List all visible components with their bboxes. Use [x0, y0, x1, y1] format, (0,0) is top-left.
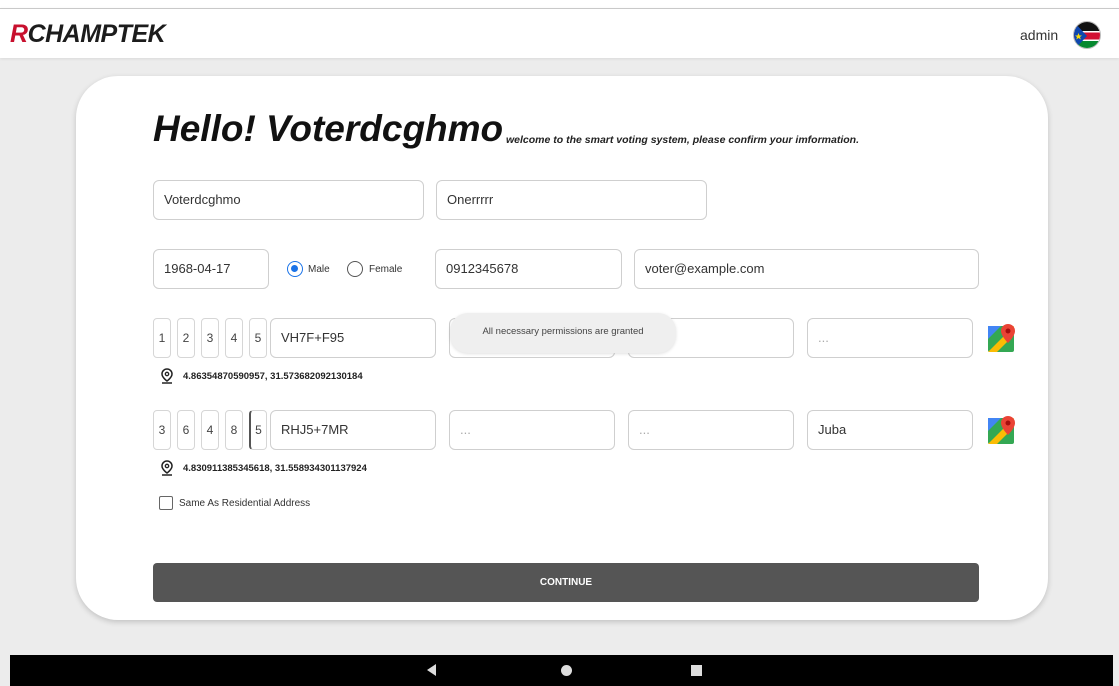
email-field[interactable]: voter@example.com	[634, 249, 979, 289]
recent-apps-icon[interactable]	[691, 665, 702, 676]
south-sudan-flag-icon[interactable]	[1073, 21, 1101, 49]
residential-digit-4[interactable]: 4	[225, 318, 243, 358]
residential-field-4[interactable]: ...	[807, 318, 973, 358]
male-label: Male	[308, 264, 330, 275]
greeting-title: Hello! Voterdcghmo	[153, 108, 504, 149]
google-maps-icon[interactable]	[987, 415, 1017, 445]
residential-code-digits: 1 2 3 4 5	[153, 318, 269, 358]
birth-date-field[interactable]: 1968-04-17	[153, 249, 269, 289]
residential-digit-3[interactable]: 3	[201, 318, 219, 358]
status-strip	[0, 0, 1119, 8]
other-code-digits: 3 6 4 8 5	[153, 410, 269, 450]
same-as-residential-label: Same As Residential Address	[179, 498, 311, 509]
other-field-3[interactable]: ...	[628, 410, 794, 450]
user-label: admin	[1020, 27, 1059, 43]
other-digit-5[interactable]: 5	[249, 410, 267, 450]
permissions-toast: All necessary permissions are granted	[450, 313, 676, 353]
greeting-subtitle: welcome to the smart voting system, plea…	[506, 134, 860, 146]
android-nav-bar	[10, 655, 1113, 686]
app-header: RCHAMPTEK admin	[0, 8, 1119, 58]
other-digit-4[interactable]: 8	[225, 410, 243, 450]
other-coordinates-text: 4.830911385345618, 31.558934301137924	[183, 463, 367, 474]
other-plus-code-field[interactable]: RHJ5+7MR	[270, 410, 436, 450]
male-radio[interactable]	[287, 261, 303, 277]
residential-digit-5[interactable]: 5	[249, 318, 267, 358]
other-digit-2[interactable]: 6	[177, 410, 195, 450]
location-pin-icon	[161, 368, 173, 384]
residential-plus-code-field[interactable]: VH7F+F95	[270, 318, 436, 358]
location-pin-icon	[161, 460, 173, 476]
female-label: Female	[369, 264, 403, 275]
google-maps-icon[interactable]	[987, 323, 1017, 353]
female-radio[interactable]	[347, 261, 363, 277]
other-digit-3[interactable]: 4	[201, 410, 219, 450]
residential-coordinates-text: 4.86354870590957, 31.573682092130184	[183, 371, 363, 382]
last-name-field[interactable]: Onerrrrr	[436, 180, 707, 220]
residential-digit-1[interactable]: 1	[153, 318, 171, 358]
continue-button[interactable]: CONTINUE	[153, 563, 979, 602]
back-icon[interactable]	[427, 664, 436, 676]
other-field-2[interactable]: ...	[449, 410, 615, 450]
other-digit-1[interactable]: 3	[153, 410, 171, 450]
residential-digit-2[interactable]: 2	[177, 318, 195, 358]
first-name-field[interactable]: Voterdcghmo	[153, 180, 424, 220]
same-as-residential-checkbox[interactable]	[159, 496, 173, 510]
home-icon[interactable]	[561, 665, 572, 676]
phone-field[interactable]: 0912345678	[435, 249, 622, 289]
city-field[interactable]: Juba	[807, 410, 973, 450]
logo: RCHAMPTEK	[10, 20, 166, 48]
